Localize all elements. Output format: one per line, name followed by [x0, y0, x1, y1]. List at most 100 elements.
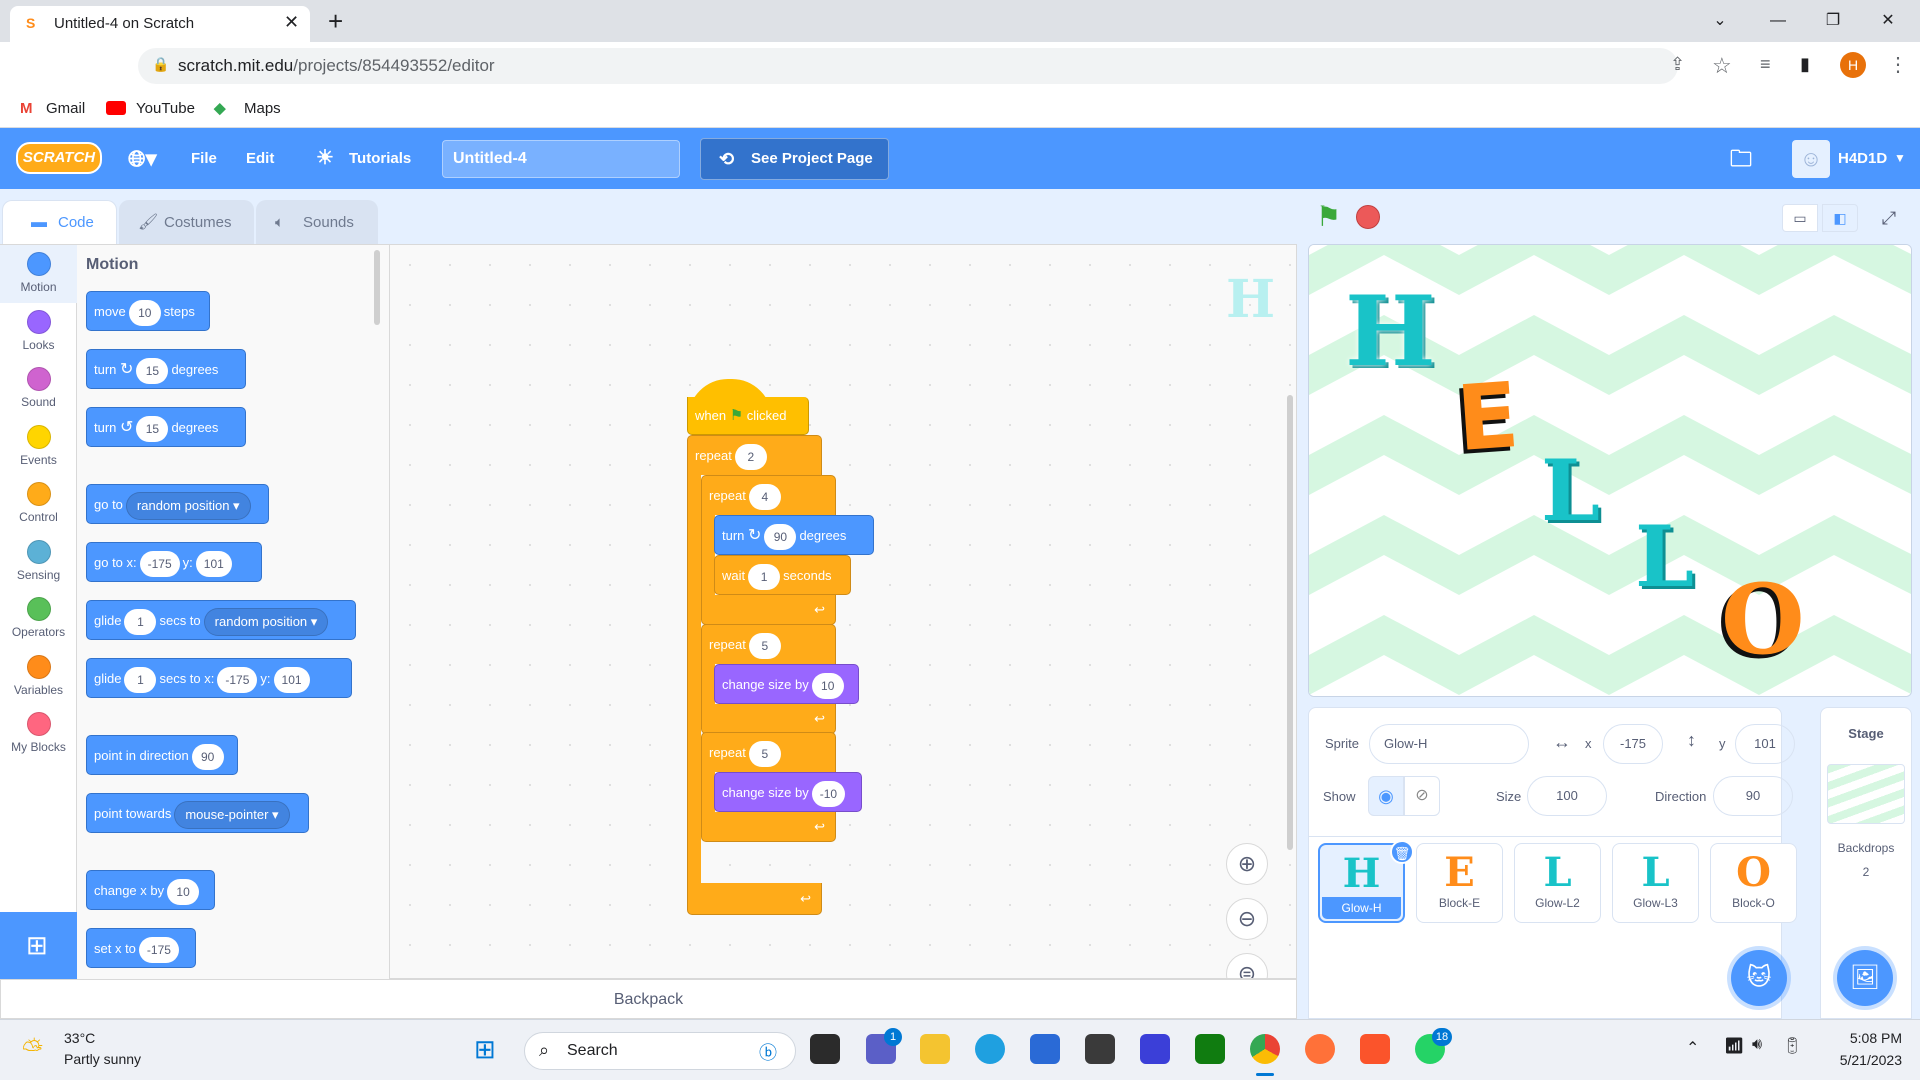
repeat-4-input[interactable]: 4	[748, 483, 781, 510]
new-tab-icon[interactable]: +	[328, 6, 343, 37]
language-globe-icon[interactable]: 🌐︎▾	[128, 128, 157, 189]
turn-left-degrees-input[interactable]: 15	[136, 415, 169, 442]
move-steps-input[interactable]: 10	[128, 299, 161, 326]
green-flag-run-icon[interactable]: ⚑	[1316, 200, 1341, 233]
user-avatar[interactable]: ☺	[1792, 140, 1830, 178]
bookmark-gmail[interactable]: Gmail	[46, 100, 85, 117]
repeat-5-block-2[interactable]: repeat 5	[701, 732, 836, 772]
browser-tab[interactable]: S Untitled-4 on Scratch ✕	[10, 6, 310, 42]
show-hidden-eye-icon[interactable]: ⊘	[1404, 776, 1440, 816]
file-explorer-icon[interactable]	[920, 1034, 950, 1064]
bookmark-star-icon[interactable]: ☆	[1712, 53, 1732, 79]
tab-code[interactable]: ▬ Code	[2, 200, 117, 244]
stage-sprite-h[interactable]: H	[1345, 275, 1436, 388]
category-control[interactable]: Control	[0, 482, 77, 524]
taskbar-search[interactable]: ⌕ Search ⓑ	[524, 1032, 796, 1070]
stop-icon[interactable]	[1356, 205, 1380, 229]
change-size-by-neg10-block[interactable]: change size by -10	[714, 772, 862, 812]
sprite-thumbnail-glow-l3[interactable]: L Glow-L3	[1612, 843, 1699, 923]
backpack-bar[interactable]: Backpack	[0, 979, 1297, 1019]
stage-canvas[interactable]: H E L L O	[1308, 244, 1912, 697]
repeat-4-block[interactable]: repeat 4	[701, 475, 836, 515]
go-to-x-input[interactable]: -175	[139, 550, 180, 577]
go-to-dropdown[interactable]: random position ▾	[125, 491, 251, 520]
turn-90-input[interactable]: 90	[764, 523, 797, 550]
small-stage-icon[interactable]: ▭	[1782, 204, 1818, 232]
turn-90-degrees-block[interactable]: turn ↻ 90 degrees	[714, 515, 874, 555]
edge-icon[interactable]	[975, 1034, 1005, 1064]
stage-sprite-e[interactable]: E	[1453, 363, 1522, 472]
point-towards-block[interactable]: point towards mouse-pointer ▾	[86, 793, 309, 833]
set-x-input[interactable]: -175	[138, 936, 179, 963]
choose-backdrop-button[interactable]: 🖼︎	[1837, 950, 1893, 1006]
category-sensing[interactable]: Sensing	[0, 539, 77, 582]
tab-search-chevron-icon[interactable]: ⌄	[1700, 8, 1740, 34]
stage-sprite-l3[interactable]: L	[1635, 507, 1694, 606]
zoom-out-button[interactable]: ⊖	[1226, 898, 1268, 940]
store-icon[interactable]	[1030, 1034, 1060, 1064]
sprite-thumbnail-block-e[interactable]: E Block-E	[1416, 843, 1503, 923]
bookmark-youtube[interactable]: YouTube	[136, 100, 195, 117]
repeat-2-input[interactable]: 2	[734, 443, 767, 470]
backdrop-thumbnail[interactable]	[1827, 764, 1905, 824]
wait-seconds-block[interactable]: wait 1 seconds	[714, 555, 851, 595]
go-to-block[interactable]: go to random position ▾	[86, 484, 269, 524]
stage-sprite-l2[interactable]: L	[1541, 441, 1600, 540]
app-cube-icon[interactable]	[1085, 1034, 1115, 1064]
choose-sprite-button[interactable]: 🐱︎	[1731, 950, 1787, 1006]
weather-temp[interactable]: 33°C	[64, 1030, 95, 1046]
show-visible-eye-icon[interactable]: ◉	[1368, 776, 1404, 816]
brave-icon[interactable]	[1360, 1034, 1390, 1064]
account-chevron-icon[interactable]: ▼	[1894, 128, 1906, 189]
sprite-thumbnail-glow-l2[interactable]: L Glow-L2	[1514, 843, 1601, 923]
script-canvas[interactable]: H when ⚑ clicked repeat 2 ↩ repeat 4 turn …	[389, 244, 1297, 979]
delete-sprite-icon[interactable]: 🗑︎	[1390, 840, 1414, 864]
fullscreen-icon[interactable]: ⤢	[1872, 204, 1906, 232]
turn-right-degrees-input[interactable]: 15	[136, 357, 169, 384]
category-events[interactable]: Events	[0, 424, 77, 467]
tutorials-button[interactable]: Tutorials	[349, 128, 411, 189]
category-looks[interactable]: Looks	[0, 309, 77, 352]
project-title-input[interactable]: Untitled-4	[442, 140, 680, 178]
glide-dropdown[interactable]: random position ▾	[203, 607, 329, 636]
direction-input[interactable]: 90	[191, 743, 224, 770]
wait-input[interactable]: 1	[748, 563, 781, 590]
battery-icon[interactable]: 🔋︎	[1782, 1036, 1802, 1056]
weather-sun-icon[interactable]: ⛅︎	[22, 1034, 43, 1066]
zoom-in-button[interactable]: ⊕	[1226, 843, 1268, 885]
glide-to-block[interactable]: glide 1 secs to random position ▾	[86, 600, 356, 640]
when-flag-clicked-block[interactable]: when ⚑ clicked	[687, 397, 809, 435]
xbox-icon[interactable]	[1195, 1034, 1225, 1064]
turn-left-block[interactable]: turn ↺ 15 degrees	[86, 407, 246, 447]
tab-costumes[interactable]: 🖌︎ Costumes	[119, 200, 254, 244]
task-view-icon[interactable]	[810, 1034, 840, 1064]
size-input[interactable]: 100	[1527, 776, 1607, 816]
change-size-10-input[interactable]: 10	[811, 672, 844, 699]
address-bar[interactable]: 🔒 scratch.mit.edu/projects/854493552/edi…	[138, 48, 1685, 84]
stage-sprite-o[interactable]: O	[1721, 563, 1805, 676]
point-in-direction-block[interactable]: point in direction 90	[86, 735, 238, 775]
scratch-logo[interactable]: SCRATCH	[16, 142, 102, 174]
windows-start-icon[interactable]: ⊞	[474, 1034, 496, 1065]
glide-xy-secs-input[interactable]: 1	[124, 666, 157, 693]
clock-time[interactable]: 5:08 PM	[1822, 1030, 1902, 1046]
category-variables[interactable]: Variables	[0, 654, 77, 697]
turn-right-block[interactable]: turn ↻ 15 degrees	[86, 349, 246, 389]
media-icon[interactable]: ≡	[1760, 54, 1771, 75]
move-steps-block[interactable]: move 10 steps	[86, 291, 210, 331]
add-extension-button[interactable]: ⊞	[0, 912, 77, 979]
profile-avatar[interactable]: H	[1840, 52, 1866, 78]
category-sound[interactable]: Sound	[0, 367, 77, 409]
go-to-y-input[interactable]: 101	[195, 550, 232, 577]
direction-input[interactable]: 90	[1713, 776, 1793, 816]
edit-menu[interactable]: Edit	[246, 128, 274, 189]
share-icon[interactable]: ⇪	[1670, 54, 1685, 75]
repeat-5-block-1[interactable]: repeat 5	[701, 624, 836, 664]
large-stage-icon[interactable]: ◧	[1822, 204, 1858, 232]
chrome-icon[interactable]	[1250, 1034, 1280, 1064]
y-input[interactable]: 101	[1735, 724, 1795, 764]
canvas-scrollbar[interactable]	[1287, 395, 1293, 850]
category-operators[interactable]: Operators	[0, 597, 77, 639]
wifi-icon[interactable]: 📶︎	[1724, 1036, 1744, 1056]
clock-date[interactable]: 5/21/2023	[1822, 1052, 1902, 1068]
